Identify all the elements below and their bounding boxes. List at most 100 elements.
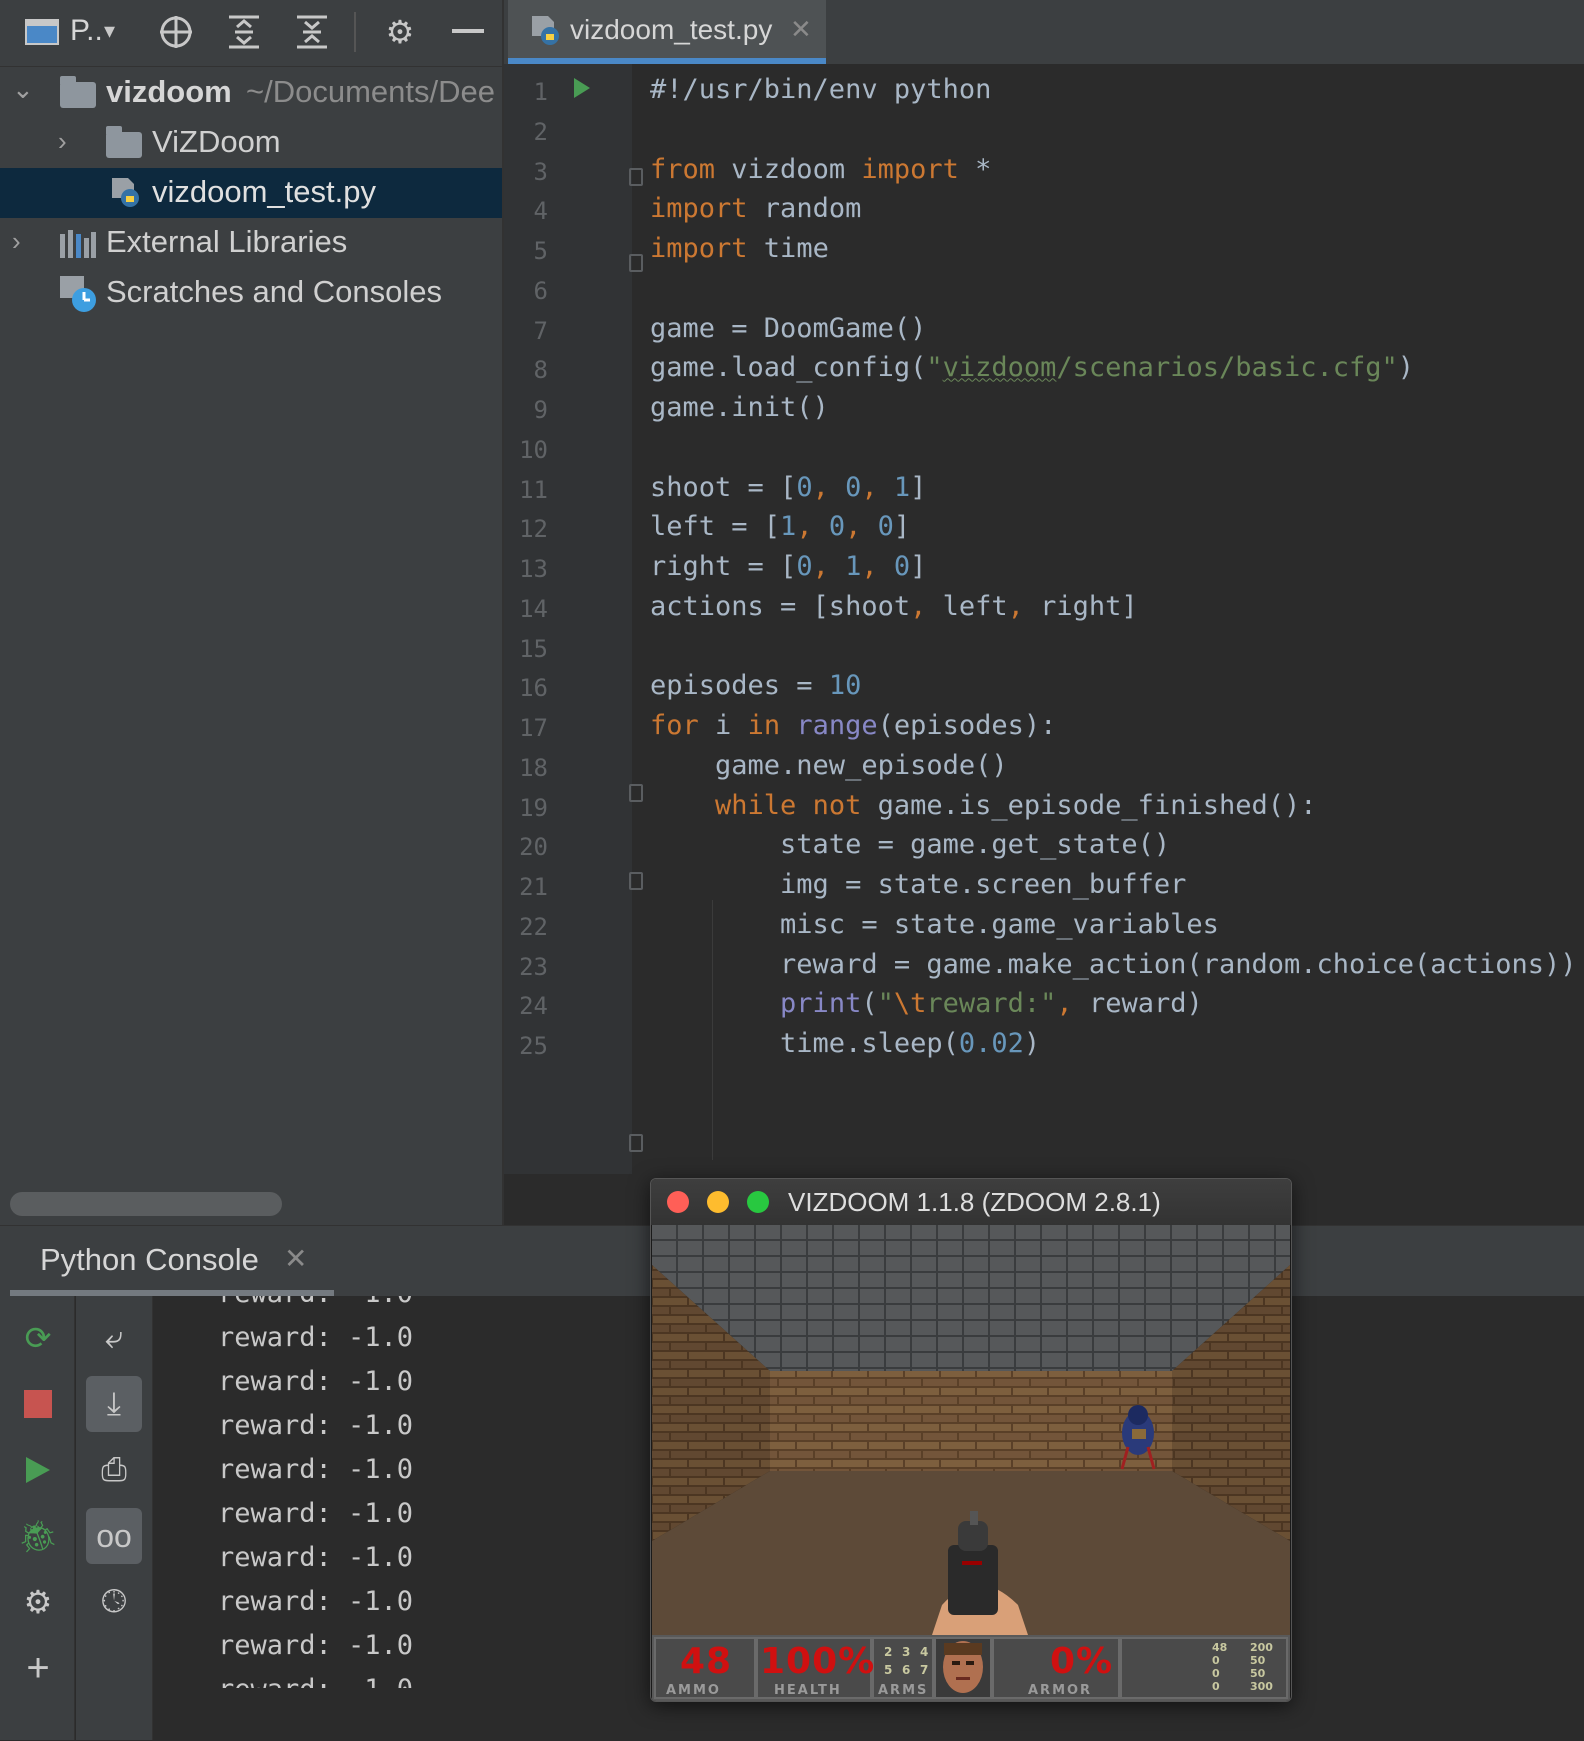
line-number: 10 xyxy=(519,435,548,464)
close-window-button[interactable] xyxy=(667,1191,689,1213)
tree-item-vizdoom[interactable]: ⌄ vizdoom ~/Documents/Dee xyxy=(0,68,502,118)
hud-arms-slot: 6 xyxy=(902,1663,911,1677)
code-token: actions = [shoot xyxy=(650,590,911,622)
code-token: in xyxy=(747,710,781,741)
code-line: for i in range(episodes): xyxy=(650,710,1056,741)
code-token: i xyxy=(698,710,748,741)
tree-item-vizdoom-folder[interactable]: › ViZDoom xyxy=(0,118,502,168)
code-line: #!/usr/bin/env python xyxy=(650,74,991,105)
hud-armor: 0% xyxy=(1050,1641,1114,1682)
fold-marker-icon[interactable] xyxy=(629,1134,643,1152)
tree-item-external-libraries[interactable]: › External Libraries xyxy=(0,218,502,268)
code-token: right = [ xyxy=(650,551,797,582)
project-panel: P.. ▾ ⚙ ⌄ vizdoom ~/Documents/Dee › ViZD… xyxy=(0,0,504,1225)
zoom-window-button[interactable] xyxy=(747,1191,769,1213)
tree-item-scratches[interactable]: Scratches and Consoles xyxy=(0,268,502,318)
code-token: range xyxy=(796,710,878,741)
close-icon[interactable]: ✕ xyxy=(790,14,812,45)
project-view-selector[interactable]: P.. xyxy=(70,14,103,48)
gear-icon[interactable]: ⚙ xyxy=(380,12,420,52)
code-line: left = [1, 0, 0] xyxy=(650,511,910,542)
fold-marker-icon[interactable] xyxy=(629,872,643,890)
hud-ammo-max: 300 xyxy=(1250,1680,1273,1693)
line-number: 9 xyxy=(533,396,548,424)
hud-arms-slot: 5 xyxy=(884,1663,893,1677)
line-number: 1 xyxy=(533,78,548,106)
game-scene xyxy=(652,1225,1290,1701)
line-number: 4 xyxy=(533,197,548,226)
minimize-icon[interactable] xyxy=(448,12,488,52)
code-token: #!/usr/bin/env python xyxy=(650,74,992,105)
line-number: 20 xyxy=(519,833,548,862)
code-token: 1 xyxy=(780,511,797,543)
code-token: , xyxy=(861,551,894,582)
code-token: , xyxy=(861,471,894,503)
fold-marker-icon[interactable] xyxy=(629,254,643,272)
code-token: , xyxy=(845,511,878,543)
console-line: reward: -1.0 xyxy=(218,1674,413,1688)
code-token: ] xyxy=(893,511,911,543)
hud-armor-label: ARMOR xyxy=(1028,1683,1093,1698)
expand-all-icon[interactable] xyxy=(224,12,264,52)
fold-marker-icon[interactable] xyxy=(629,784,643,802)
line-number: 18 xyxy=(519,753,548,782)
code-token: , xyxy=(812,471,846,503)
fold-marker-icon[interactable] xyxy=(629,168,643,186)
code-token: , xyxy=(1007,590,1041,622)
chevron-down-icon[interactable]: ⌄ xyxy=(12,74,34,105)
code-token: 10 xyxy=(828,670,862,702)
toolbar-divider xyxy=(354,12,356,52)
code-token: game.load_config( xyxy=(650,352,927,384)
code-token: ) xyxy=(1023,1028,1041,1059)
tab-vizdoom-test-py[interactable]: vizdoom_test.py ✕ xyxy=(508,0,826,64)
code-token: " xyxy=(877,988,894,1020)
console-line: reward: -1.0 xyxy=(218,1542,414,1573)
code-token: for xyxy=(650,710,699,741)
code-line: actions = [shoot, left, right] xyxy=(650,591,1138,622)
collapse-all-icon[interactable] xyxy=(292,12,332,52)
hud-ammo-max: 50 xyxy=(1250,1654,1266,1667)
close-icon[interactable]: ✕ xyxy=(284,1242,307,1275)
code-line: img = state.screen_buffer xyxy=(650,869,1186,900)
code-token: reward:" xyxy=(926,988,1057,1020)
line-number: 3 xyxy=(533,157,548,186)
code-token: \t xyxy=(893,988,927,1020)
chevron-right-icon[interactable]: › xyxy=(12,226,21,257)
line-number: 15 xyxy=(519,634,548,663)
tree-item-vizdoom-test-py[interactable]: vizdoom_test.py xyxy=(0,168,502,218)
minimize-window-button[interactable] xyxy=(707,1191,729,1213)
console-line: reward: -1.0 xyxy=(218,1586,414,1617)
vizdoom-window[interactable]: VIZDOOM 1.1.8 (ZDOOM 2.8.1) 48 100% 0% A… xyxy=(650,1178,1292,1702)
vizdoom-titlebar[interactable]: VIZDOOM 1.1.8 (ZDOOM 2.8.1) xyxy=(651,1179,1291,1225)
code-token: ] xyxy=(910,551,927,582)
python-file-icon xyxy=(112,178,139,207)
project-view-icon[interactable] xyxy=(22,12,62,52)
run-gutter-icon[interactable] xyxy=(572,76,592,100)
tree-item-label: External Libraries xyxy=(106,224,348,259)
code-token: import xyxy=(650,233,748,264)
code-token: " xyxy=(926,352,943,384)
locate-icon[interactable] xyxy=(156,12,196,52)
folder-icon xyxy=(106,126,142,158)
code-token: misc = state.game_variables xyxy=(650,908,1219,940)
line-number: 16 xyxy=(519,674,548,703)
code-token: left = [ xyxy=(650,511,781,543)
hud-ammo-max: 50 xyxy=(1250,1667,1266,1680)
hud-ammo-current: 0 xyxy=(1212,1654,1220,1667)
line-number: 11 xyxy=(519,475,548,504)
chevron-down-icon[interactable]: ▾ xyxy=(104,18,115,44)
code-token: , xyxy=(910,590,943,622)
game-view[interactable]: 48 100% 0% AMMO HEALTH ARMS ARMOR 234 567… xyxy=(652,1225,1290,1701)
code-line: game.load_config("vizdoom/scenarios/basi… xyxy=(650,352,1414,383)
line-number: 23 xyxy=(519,952,548,981)
console-line: reward: -1.0 xyxy=(218,1410,414,1441)
chevron-right-icon[interactable]: › xyxy=(58,126,67,157)
horizontal-scrollbar[interactable] xyxy=(10,1192,282,1216)
console-line: reward: -1.0 xyxy=(218,1498,414,1529)
tab-python-console[interactable]: Python Console ✕ xyxy=(10,1226,334,1296)
code-token: ( xyxy=(861,988,878,1020)
scratches-icon xyxy=(60,276,96,312)
tab-label: Python Console xyxy=(40,1242,259,1277)
code-token: vizdoom xyxy=(715,153,862,185)
